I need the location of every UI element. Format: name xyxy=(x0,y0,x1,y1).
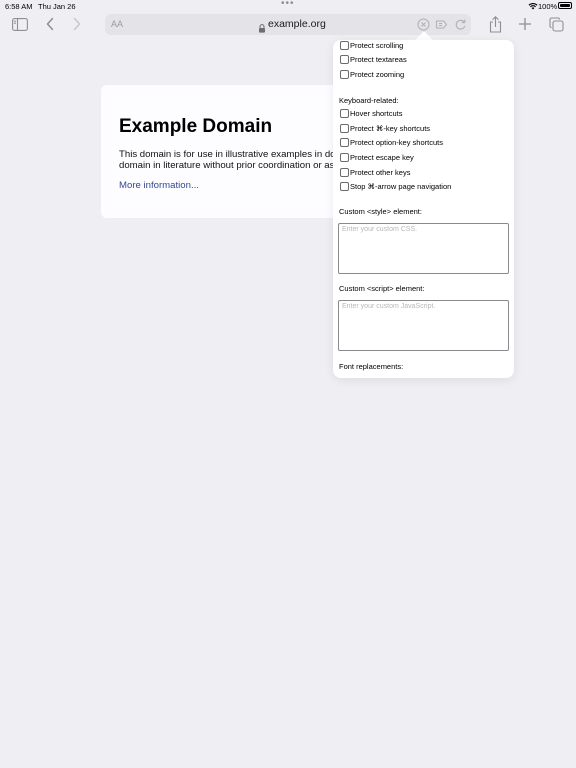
more-information-link[interactable]: More information... xyxy=(119,180,199,191)
checkbox[interactable] xyxy=(340,168,349,177)
status-time: 6:58 AM xyxy=(5,2,33,11)
option-label: Protect textareas xyxy=(350,55,407,64)
option-label: Protect scrolling xyxy=(350,41,404,50)
lock-icon xyxy=(258,20,266,33)
battery-percent: 100% xyxy=(538,2,558,11)
description-line-2: domain in literature without prior coord… xyxy=(119,160,339,171)
option-label: Protect other keys xyxy=(350,168,411,177)
reader-options-button[interactable]: AA xyxy=(111,19,123,29)
share-icon[interactable] xyxy=(486,15,504,33)
custom-css-textarea[interactable]: Enter your custom CSS. xyxy=(338,223,509,274)
address-bar[interactable]: AA example.org xyxy=(105,14,471,35)
option-protect-zooming[interactable]: Protect zooming xyxy=(340,69,404,80)
checkbox[interactable] xyxy=(340,182,349,191)
option-label: Hover shortcuts xyxy=(350,109,403,118)
description-line-1: This domain is for use in illustrative e… xyxy=(119,149,339,160)
option-label: Protect ⌘-key shortcuts xyxy=(350,124,431,133)
option-label: Stop ⌘-arrow page navigation xyxy=(350,182,452,191)
checkbox[interactable] xyxy=(340,109,349,118)
option-label: Protect escape key xyxy=(350,153,414,162)
checkbox[interactable] xyxy=(340,138,349,147)
option-protect-scrolling[interactable]: Protect scrolling xyxy=(340,40,403,51)
option-protect-other-keys[interactable]: Protect other keys xyxy=(340,167,410,178)
font-replacements-label: Font replacements: xyxy=(339,362,404,371)
custom-js-textarea[interactable]: Enter your custom JavaScript. xyxy=(338,300,509,351)
option-protect-escape[interactable]: Protect escape key xyxy=(340,152,414,163)
multitask-dots[interactable]: ••• xyxy=(281,0,295,9)
status-bar: 6:58 AM Thu Jan 26 ••• 100% xyxy=(0,0,576,12)
custom-style-label: Custom <style> element: xyxy=(339,207,422,216)
option-hover-shortcuts[interactable]: Hover shortcuts xyxy=(340,108,403,119)
plus-icon[interactable] xyxy=(516,15,534,33)
reload-icon[interactable] xyxy=(454,18,467,31)
extension-icon[interactable] xyxy=(435,18,448,31)
custom-script-label: Custom <script> element: xyxy=(339,284,425,293)
option-protect-cmd-key[interactable]: Protect ⌘-key shortcuts xyxy=(340,123,430,134)
option-label: Protect zooming xyxy=(350,70,405,79)
checkbox[interactable] xyxy=(340,41,349,50)
page-title: Example Domain xyxy=(119,116,273,137)
keyboard-heading: Keyboard-related: xyxy=(339,96,399,105)
checkbox[interactable] xyxy=(340,55,349,64)
url-text[interactable]: example.org xyxy=(268,18,326,30)
browser-toolbar: AA example.org xyxy=(0,12,576,38)
checkbox[interactable] xyxy=(340,124,349,133)
option-protect-textareas[interactable]: Protect textareas xyxy=(340,54,407,65)
page-description: This domain is for use in illustrative e… xyxy=(119,149,339,171)
stop-icon[interactable] xyxy=(417,18,430,31)
wifi-icon xyxy=(528,2,538,10)
option-label: Protect option-key shortcuts xyxy=(350,138,443,147)
tabs-icon[interactable] xyxy=(547,15,565,33)
forward-icon[interactable] xyxy=(68,15,86,33)
sidebar-icon[interactable] xyxy=(11,15,29,33)
battery-icon xyxy=(558,2,572,9)
back-icon[interactable] xyxy=(41,15,59,33)
option-protect-option-key[interactable]: Protect option-key shortcuts xyxy=(340,137,443,148)
status-date: Thu Jan 26 xyxy=(38,2,76,11)
option-stop-cmd-arrow[interactable]: Stop ⌘-arrow page navigation xyxy=(340,181,451,192)
extension-settings-popover: Protect scrolling Protect textareas Prot… xyxy=(333,40,514,378)
checkbox[interactable] xyxy=(340,70,349,79)
checkbox[interactable] xyxy=(340,153,349,162)
